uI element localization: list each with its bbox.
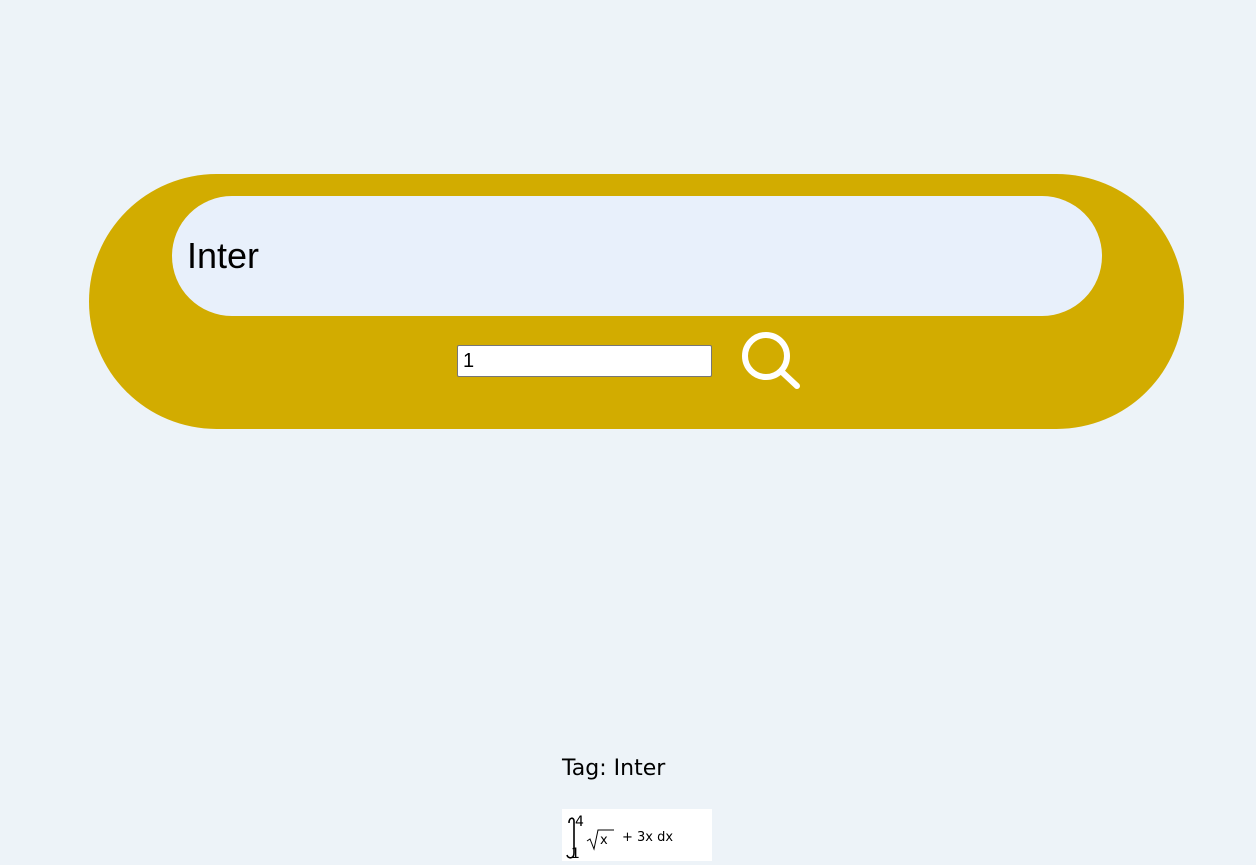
search-icon [742, 332, 800, 389]
integral-lower-limit: 1 [571, 846, 580, 861]
search-result: Tag: Inter 4 1 x + 3x dx [562, 756, 712, 861]
radicand: x [600, 833, 608, 848]
tag-value: Inter [613, 756, 666, 781]
formula-image: 4 1 x + 3x dx [562, 809, 712, 861]
tag-prefix: Tag: [562, 756, 607, 781]
search-panel [89, 174, 1184, 429]
number-input[interactable] [457, 345, 712, 377]
search-button[interactable] [740, 330, 804, 394]
search-input[interactable] [172, 196, 1102, 316]
formula-rest: + 3x dx [622, 830, 673, 845]
integral-upper-limit: 4 [575, 814, 584, 830]
tag-line: Tag: Inter [562, 756, 665, 781]
